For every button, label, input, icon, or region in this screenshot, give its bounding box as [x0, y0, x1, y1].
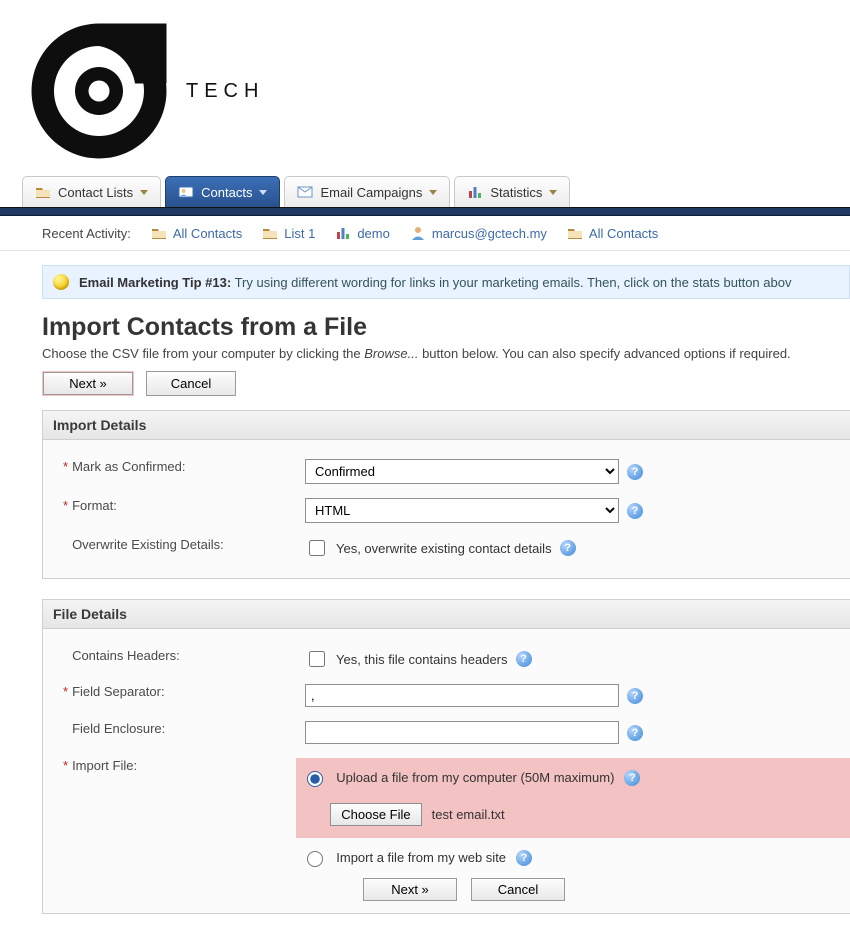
- bar-chart-icon: [335, 225, 351, 241]
- contains-headers-checkbox-label: Yes, this file contains headers: [336, 652, 508, 667]
- chevron-down-icon: [429, 190, 437, 195]
- recent-item-label: List 1: [284, 226, 315, 241]
- choose-file-button[interactable]: Choose File: [330, 803, 421, 826]
- tab-statistics[interactable]: Statistics: [454, 176, 570, 207]
- recent-item-all-contacts-2[interactable]: All Contacts: [567, 225, 658, 241]
- folder-contact-icon: [567, 225, 583, 241]
- tip-heading: Email Marketing Tip #13:: [79, 275, 231, 290]
- format-select[interactable]: HTML: [305, 498, 619, 523]
- overwrite-checkbox[interactable]: [309, 540, 325, 556]
- file-details-panel: File Details *Contains Headers: Yes, thi…: [42, 599, 850, 914]
- bottom-button-row: Next » Cancel: [43, 874, 850, 901]
- page-description: Choose the CSV file from your computer b…: [42, 346, 850, 361]
- overwrite-label: *Overwrite Existing Details:: [43, 537, 305, 552]
- recent-item-all-contacts[interactable]: All Contacts: [151, 225, 242, 241]
- cancel-button[interactable]: Cancel: [146, 371, 236, 396]
- envelope-icon: [297, 184, 313, 200]
- tab-label: Contact Lists: [58, 185, 133, 200]
- help-icon[interactable]: ?: [627, 688, 643, 704]
- tip-text: Email Marketing Tip #13: Try using diffe…: [79, 275, 791, 290]
- help-icon[interactable]: ?: [560, 540, 576, 556]
- recent-item-demo[interactable]: demo: [335, 225, 390, 241]
- tab-contacts[interactable]: Contacts: [165, 176, 280, 207]
- chosen-file-name: test email.txt: [432, 807, 505, 822]
- folder-contact-icon: [35, 184, 51, 200]
- logo-area: TECH: [0, 0, 850, 176]
- import-from-website-radio[interactable]: [307, 851, 323, 867]
- bar-chart-icon: [467, 184, 483, 200]
- help-icon[interactable]: ?: [516, 651, 532, 667]
- nav-strip: [0, 207, 850, 216]
- import-details-panel: Import Details *Mark as Confirmed: Confi…: [42, 410, 850, 579]
- help-icon[interactable]: ?: [627, 464, 643, 480]
- next-button-bottom[interactable]: Next »: [363, 878, 457, 901]
- recent-item-label: All Contacts: [173, 226, 242, 241]
- main-tabs: Contact Lists Contacts Email Campaigns S…: [22, 176, 850, 207]
- next-button[interactable]: Next »: [43, 372, 133, 395]
- field-enclosure-label: *Field Enclosure:: [43, 721, 305, 736]
- contains-headers-checkbox[interactable]: [309, 651, 325, 667]
- cancel-button-bottom[interactable]: Cancel: [471, 878, 565, 901]
- tip-body: Try using different wording for links in…: [235, 275, 792, 290]
- tab-label: Email Campaigns: [320, 185, 422, 200]
- user-icon: [410, 225, 426, 241]
- import-file-label: *Import File:: [43, 758, 296, 773]
- web-option-label: Import a file from my web site: [336, 850, 506, 865]
- field-enclosure-input[interactable]: [305, 721, 619, 744]
- chevron-down-icon: [259, 190, 267, 195]
- marketing-tip-box: Email Marketing Tip #13: Try using diffe…: [42, 265, 850, 299]
- tab-label: Statistics: [490, 185, 542, 200]
- panel-header: Import Details: [43, 411, 850, 440]
- help-icon[interactable]: ?: [624, 770, 640, 786]
- logo-mark: [24, 16, 174, 166]
- format-label: *Format:: [43, 498, 305, 513]
- field-separator-input[interactable]: [305, 684, 619, 707]
- page-title: Import Contacts from a File: [42, 313, 850, 342]
- chevron-down-icon: [549, 190, 557, 195]
- recent-activity-label: Recent Activity:: [42, 226, 131, 241]
- panel-header: File Details: [43, 600, 850, 629]
- field-separator-label: *Field Separator:: [43, 684, 305, 699]
- upload-from-computer-radio[interactable]: [307, 771, 323, 787]
- recent-item-list-1[interactable]: List 1: [262, 225, 315, 241]
- mark-confirmed-label: *Mark as Confirmed:: [43, 459, 305, 474]
- contact-card-icon: [178, 184, 194, 200]
- lightbulb-icon: [53, 274, 69, 290]
- upload-option-highlight: Upload a file from my computer (50M maxi…: [296, 758, 850, 838]
- recent-item-user-email[interactable]: marcus@gctech.my: [410, 225, 547, 241]
- contains-headers-label: *Contains Headers:: [43, 648, 305, 663]
- top-button-row: Next » Cancel: [42, 371, 850, 396]
- recent-item-label: demo: [357, 226, 390, 241]
- chevron-down-icon: [140, 190, 148, 195]
- help-icon[interactable]: ?: [516, 850, 532, 866]
- help-icon[interactable]: ?: [627, 725, 643, 741]
- brand-name: TECH: [186, 80, 264, 103]
- help-icon[interactable]: ?: [627, 503, 643, 519]
- recent-item-label: marcus@gctech.my: [432, 226, 547, 241]
- next-button-highlight: Next »: [42, 371, 134, 396]
- mark-confirmed-select[interactable]: Confirmed: [305, 459, 619, 484]
- overwrite-checkbox-label: Yes, overwrite existing contact details: [336, 541, 552, 556]
- tab-contact-lists[interactable]: Contact Lists: [22, 176, 161, 207]
- recent-item-label: All Contacts: [589, 226, 658, 241]
- tab-email-campaigns[interactable]: Email Campaigns: [284, 176, 450, 207]
- folder-contact-icon: [151, 225, 167, 241]
- tab-label: Contacts: [201, 185, 252, 200]
- recent-activity-bar: Recent Activity: All Contacts List 1 dem…: [0, 216, 850, 251]
- upload-option-label: Upload a file from my computer (50M maxi…: [336, 770, 614, 785]
- folder-contact-icon: [262, 225, 278, 241]
